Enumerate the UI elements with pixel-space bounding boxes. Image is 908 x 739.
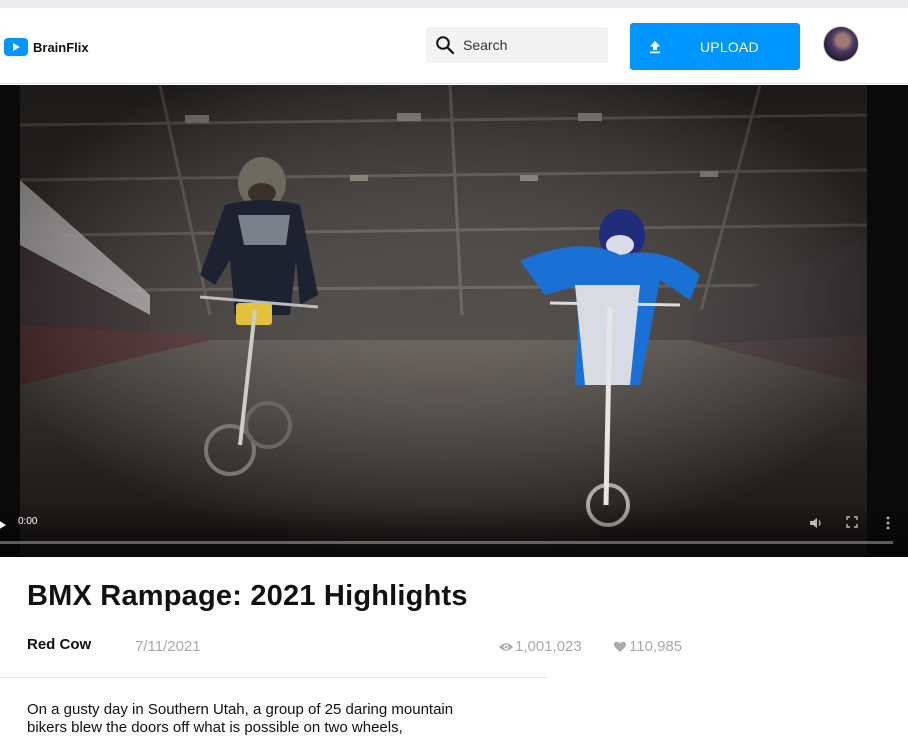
player-controls: 0:00 (0, 505, 908, 557)
site-header: BrainFlix UPLOAD (0, 8, 908, 84)
like-count-value: 110,985 (629, 638, 683, 655)
volume-icon[interactable] (809, 516, 823, 530)
video-description: On a gusty day in Southern Utah, a group… (27, 701, 454, 736)
progress-bar[interactable] (0, 541, 893, 544)
upload-button-label: UPLOAD (700, 38, 759, 55)
video-player[interactable]: 0:00 (0, 85, 908, 557)
brand-logo[interactable]: BrainFlix (4, 38, 89, 56)
eye-icon (499, 642, 513, 651)
search-bar[interactable] (426, 27, 608, 63)
upload-button[interactable]: UPLOAD (630, 23, 800, 70)
brand-name: BrainFlix (33, 39, 89, 55)
view-count-value: 1,001,023 (515, 638, 582, 655)
play-icon[interactable] (0, 520, 6, 530)
current-time: 0:00 (18, 516, 38, 527)
upload-date: 7/11/2021 (135, 638, 201, 655)
fullscreen-icon[interactable] (846, 516, 858, 528)
heart-icon (613, 641, 627, 652)
channel-name[interactable]: Red Cow (27, 636, 91, 653)
view-count: 1,001,023 (498, 638, 582, 655)
search-input[interactable] (463, 37, 593, 53)
like-count[interactable]: 110,985 (612, 638, 682, 655)
video-title: BMX Rampage: 2021 Highlights (27, 580, 468, 612)
play-logo-icon (4, 38, 28, 56)
video-frame (0, 85, 908, 557)
search-icon (436, 36, 455, 55)
more-options-icon[interactable] (882, 516, 894, 530)
details-divider (0, 677, 548, 678)
user-avatar[interactable] (823, 26, 859, 62)
browser-top-strip (0, 0, 908, 8)
upload-icon (650, 40, 660, 53)
